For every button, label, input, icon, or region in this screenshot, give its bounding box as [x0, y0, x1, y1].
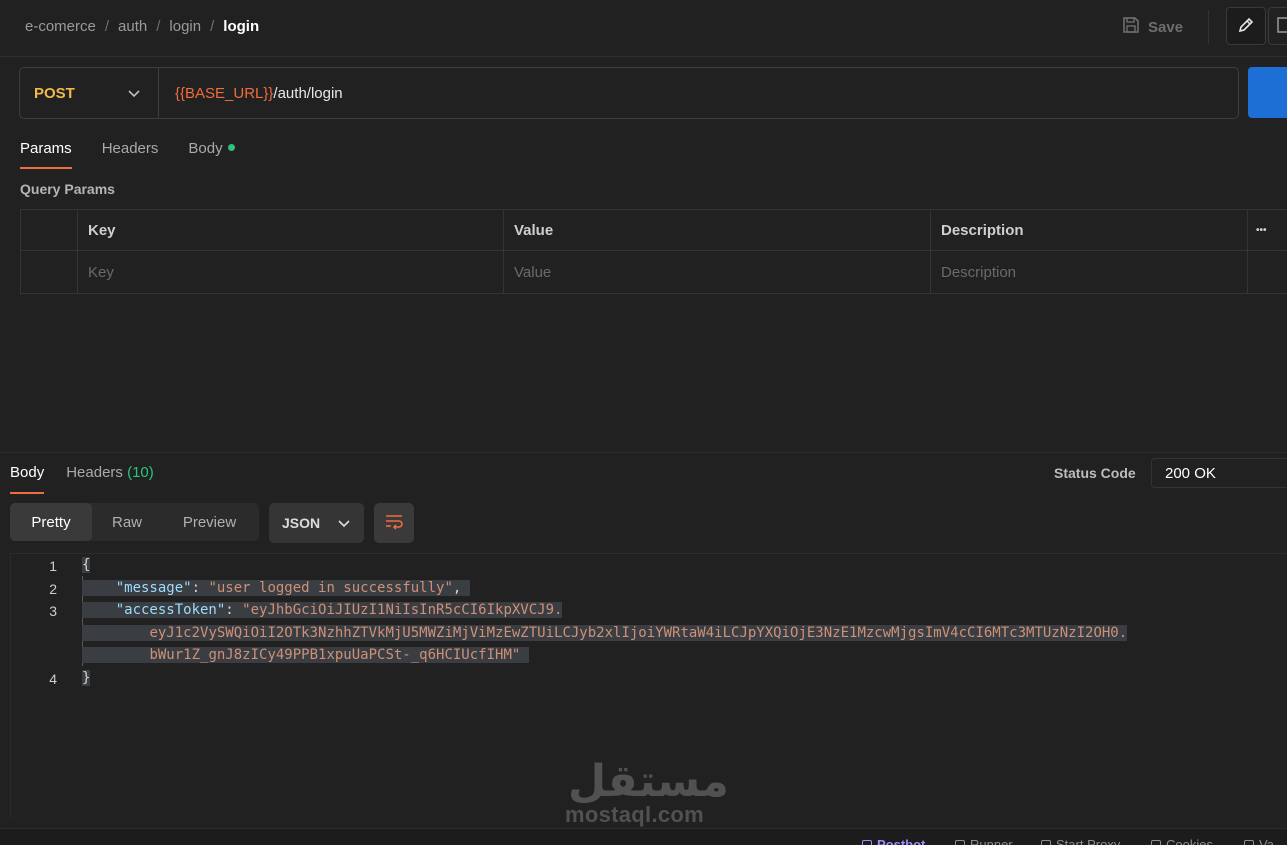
- param-key-input[interactable]: Key: [77, 251, 503, 293]
- param-description-input[interactable]: Description: [930, 251, 1247, 293]
- column-header-value: Value: [503, 210, 930, 250]
- tab-response-headers[interactable]: Headers (10): [66, 464, 154, 494]
- statusbar-cookies[interactable]: Cookies: [1151, 837, 1213, 845]
- status-bar: Postbot Runner Start Proxy Cookies Va: [0, 828, 1287, 845]
- watermark-latin: mostaql.com: [565, 802, 704, 827]
- tab-response-headers-label: Headers: [66, 464, 123, 481]
- line-number: 3: [49, 603, 57, 619]
- documentation-button[interactable]: [1268, 7, 1287, 45]
- chevron-down-icon: [338, 515, 350, 531]
- pencil-icon: [1237, 16, 1255, 37]
- checkbox-column-header: [20, 210, 77, 250]
- tab-response-body[interactable]: Body: [10, 464, 45, 494]
- headers-count: (10): [127, 464, 154, 481]
- cookie-icon: [1151, 839, 1161, 845]
- breadcrumb: e-comerce / auth / login / login: [25, 18, 259, 35]
- method-select[interactable]: POST: [20, 68, 159, 118]
- chevron-down-icon: [128, 85, 140, 101]
- query-params-table: Key Value Description ••• Key Value Desc…: [20, 209, 1287, 294]
- format-select[interactable]: JSON: [269, 503, 364, 543]
- url-path: /auth/login: [273, 84, 343, 102]
- statusbar-postbot-label: Postbot: [877, 837, 926, 845]
- tab-headers[interactable]: Headers: [102, 140, 159, 169]
- row-checkbox-cell: [20, 251, 77, 293]
- column-header-description: Description: [930, 210, 1247, 250]
- statusbar-runner[interactable]: Runner: [955, 837, 1013, 845]
- vault-icon: [1244, 839, 1254, 845]
- proxy-icon: [1041, 839, 1051, 845]
- code-line: {: [82, 557, 91, 573]
- wrap-lines-button[interactable]: [374, 503, 414, 543]
- method-label: POST: [34, 84, 75, 102]
- line-number: 2: [49, 581, 57, 597]
- code-line: eyJ1c2VySWQiOiI2OTk3NzhhZTVkMjU5MWZiMjVi…: [82, 625, 1128, 641]
- column-header-key: Key: [77, 210, 503, 250]
- breadcrumb-separator: /: [104, 18, 110, 35]
- json-value-token-part3: bWur1Z_gnJ8zICy49PPB1xpuUaPCSt-_q6HCIUcf…: [149, 647, 521, 663]
- top-bar: e-comerce / auth / login / login Save: [0, 0, 1287, 57]
- runner-icon: [955, 839, 965, 845]
- save-icon: [1122, 16, 1140, 38]
- breadcrumb-item-collection[interactable]: e-comerce: [25, 18, 96, 35]
- json-key-access-token: "accessToken": [115, 602, 226, 618]
- view-mode-toggle: Pretty Raw Preview: [10, 503, 259, 541]
- code-line: bWur1Z_gnJ8zICy49PPB1xpuUaPCSt-_q6HCIUcf…: [82, 647, 529, 663]
- line-number: 1: [49, 558, 57, 574]
- send-button[interactable]: [1248, 67, 1287, 118]
- statusbar-runner-label: Runner: [970, 837, 1013, 845]
- toolbar-divider: [1208, 10, 1209, 44]
- line-number: 4: [49, 671, 57, 687]
- body-indicator-dot: [227, 144, 235, 151]
- statusbar-start-proxy[interactable]: Start Proxy: [1041, 837, 1120, 845]
- breadcrumb-separator: /: [210, 18, 215, 35]
- table-header-row: Key Value Description •••: [20, 210, 1287, 251]
- request-url-bar: POST {{BASE_URL}}/auth/login: [19, 67, 1239, 119]
- param-value-input[interactable]: Value: [503, 251, 930, 293]
- tab-body-label: Body: [188, 140, 223, 157]
- breadcrumb-item-subfolder[interactable]: login: [169, 18, 201, 35]
- code-line: }: [82, 670, 91, 686]
- breadcrumb-item-folder[interactable]: auth: [118, 18, 147, 35]
- save-label: Save: [1148, 18, 1184, 36]
- statusbar-postbot[interactable]: Postbot: [862, 837, 925, 845]
- watermark-arabic: مستقل: [568, 756, 729, 807]
- url-variable: {{BASE_URL}}: [175, 84, 274, 102]
- request-name[interactable]: login: [223, 18, 259, 35]
- status-code-label: Status Code: [1054, 465, 1136, 481]
- edit-button[interactable]: [1226, 7, 1266, 45]
- request-tabs: Params Headers Body: [20, 140, 235, 169]
- tab-body[interactable]: Body: [188, 140, 235, 169]
- json-value-token-part1: "eyJhbGciOiJIUzI1NiIsInR5cCI6IkpXVCJ9.: [242, 602, 563, 618]
- statusbar-cookies-label: Cookies: [1166, 837, 1213, 845]
- wrap-lines-icon: [384, 514, 404, 533]
- close-brace: }: [82, 670, 91, 686]
- code-line: "accessToken": "eyJhbGciOiJIUzI1NiIsInR5…: [82, 602, 563, 618]
- document-icon: [1277, 16, 1287, 37]
- view-preview-button[interactable]: Preview: [162, 503, 257, 541]
- tab-params[interactable]: Params: [20, 140, 72, 169]
- save-button[interactable]: Save: [1122, 14, 1183, 40]
- more-options-icon[interactable]: •••: [1247, 210, 1287, 250]
- table-row: Key Value Description: [20, 251, 1287, 293]
- query-params-title: Query Params: [20, 181, 115, 197]
- json-value-message: "user logged in successfully": [208, 580, 453, 596]
- view-raw-button[interactable]: Raw: [92, 503, 162, 541]
- format-label: JSON: [282, 515, 321, 531]
- json-key-message: "message": [115, 580, 192, 596]
- statusbar-vault[interactable]: Va: [1244, 837, 1274, 845]
- status-code-value[interactable]: 200 OK: [1151, 458, 1287, 488]
- breadcrumb-separator: /: [156, 18, 161, 35]
- pane-divider[interactable]: [0, 452, 1287, 453]
- json-value-token-part2: eyJ1c2VySWQiOiI2OTk3NzhhZTVkMjU5MWZiMjVi…: [149, 625, 1128, 641]
- statusbar-start-proxy-label: Start Proxy: [1056, 837, 1121, 845]
- row-actions-cell: [1247, 251, 1287, 293]
- response-tabs: Body Headers (10): [10, 464, 154, 494]
- code-line: "message": "user logged in successfully"…: [82, 580, 470, 596]
- view-pretty-button[interactable]: Pretty: [10, 503, 92, 541]
- watermark-logo: مستقل mostaql.com: [565, 756, 729, 831]
- postbot-icon: [862, 839, 872, 845]
- open-brace: {: [82, 557, 91, 573]
- url-input[interactable]: {{BASE_URL}}/auth/login: [159, 85, 343, 102]
- statusbar-vault-label: Va: [1259, 837, 1274, 845]
